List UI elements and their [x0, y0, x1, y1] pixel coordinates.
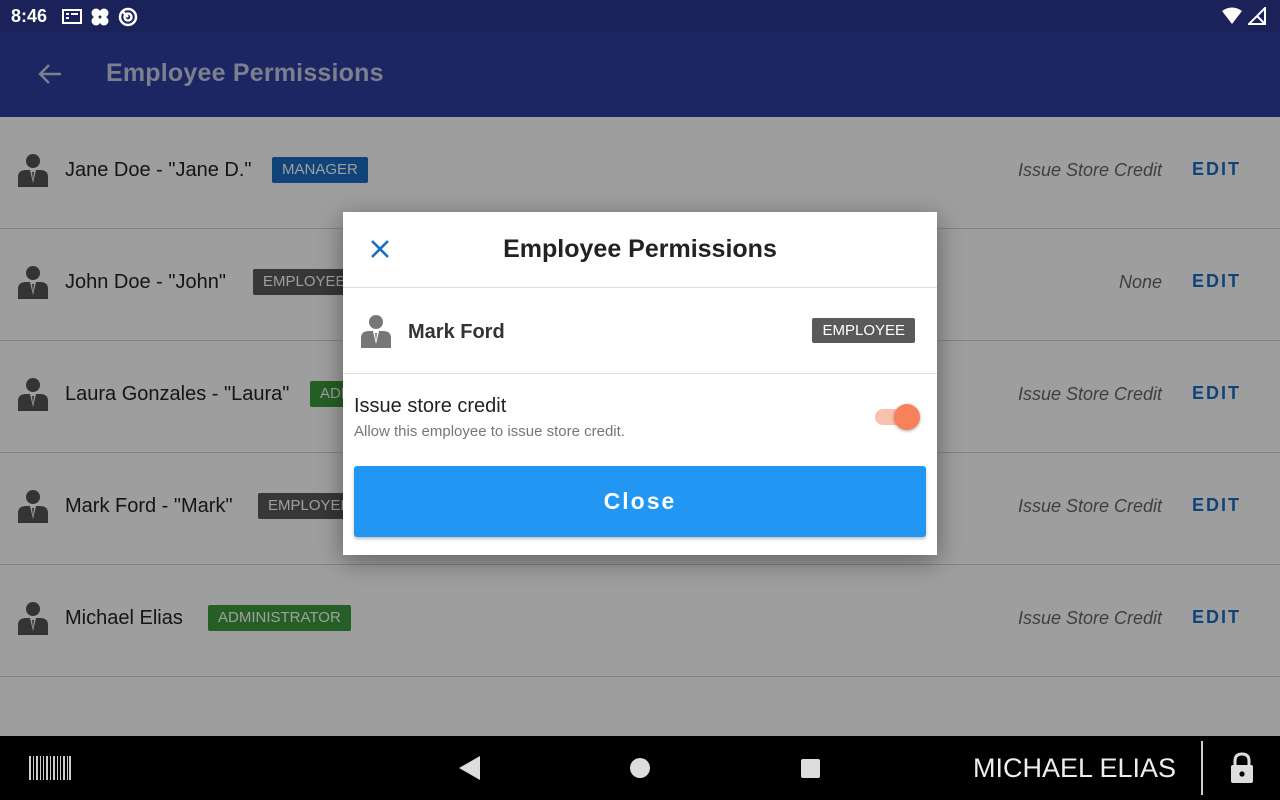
toggle-thumb [894, 404, 920, 430]
permission-title: Issue store credit [354, 395, 507, 417]
issue-store-credit-toggle[interactable] [873, 402, 921, 432]
dialog-header: Employee Permissions [343, 212, 937, 288]
dialog-employee: Mark Ford EMPLOYEE [343, 288, 937, 374]
person-icon [361, 315, 391, 348]
permission-description: Allow this employee to issue store credi… [354, 423, 625, 440]
nav-back-icon[interactable] [455, 754, 485, 782]
divider [1201, 741, 1203, 795]
barcode-icon[interactable] [29, 756, 71, 780]
dialog-employee-name: Mark Ford [408, 321, 505, 343]
sync-icon [118, 7, 138, 27]
close-button[interactable]: Close [354, 466, 926, 537]
permissions-dialog: Employee Permissions Mark Ford EMPLOYEE … [343, 212, 937, 555]
status-bar: 8:46 [0, 0, 1280, 32]
navigation-bar: MICHAEL ELIAS [0, 736, 1280, 800]
status-time: 8:46 [11, 6, 48, 26]
nav-recents-icon[interactable] [801, 759, 820, 778]
dialog-role-badge: EMPLOYEE [812, 318, 915, 343]
dialog-title: Employee Permissions [503, 235, 777, 263]
notification-app-icon [62, 9, 82, 24]
lock-icon[interactable] [1228, 752, 1256, 784]
signed-in-user[interactable]: MICHAEL ELIAS [973, 753, 1176, 784]
nav-home-icon[interactable] [630, 758, 650, 778]
clover-icon [91, 8, 109, 26]
wifi-icon [1222, 7, 1242, 24]
no-signal-icon [1248, 7, 1266, 25]
